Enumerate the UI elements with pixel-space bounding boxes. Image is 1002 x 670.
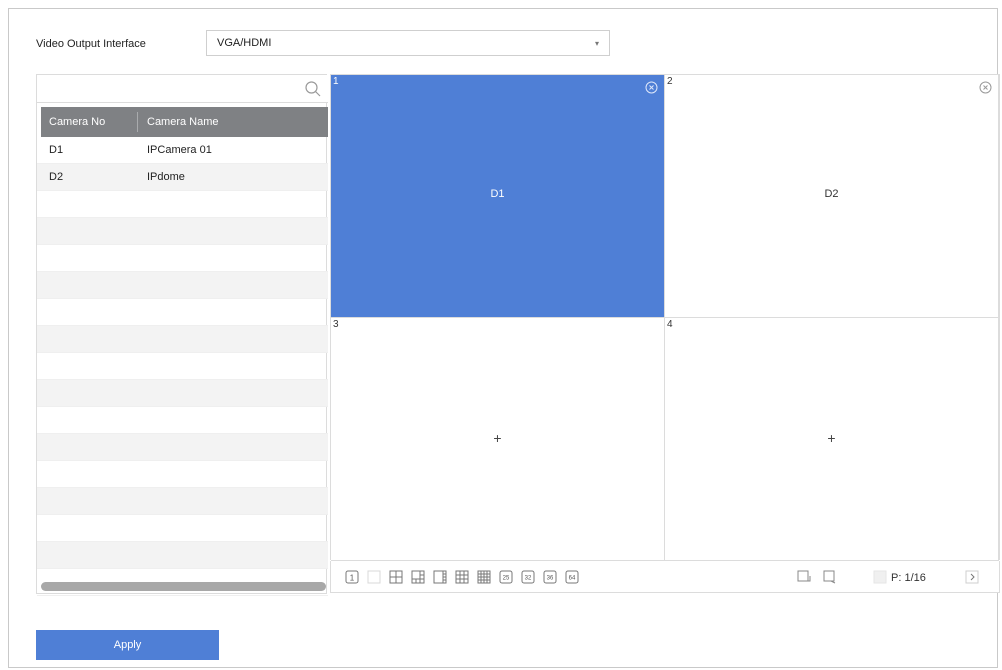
table-row[interactable]: D1 IPCamera 01 [37,137,328,164]
layout-8-icon[interactable] [433,570,447,584]
layout-9-icon[interactable] [455,570,469,584]
column-divider [137,112,138,132]
table-row[interactable] [37,245,328,272]
search-icon[interactable] [304,80,322,98]
table-row[interactable] [37,407,328,434]
layout-6-icon[interactable] [411,570,425,584]
video-output-value: VGA/HDMI [217,37,272,49]
apply-button[interactable]: Apply [36,630,219,660]
camera-no-cell: D1 [49,144,64,156]
close-icon[interactable] [979,81,992,94]
layout-4-icon[interactable] [389,570,403,584]
table-row[interactable] [37,191,328,218]
horizontal-scrollbar[interactable] [41,582,326,591]
next-group-icon[interactable] [823,570,837,584]
tile-number: 1 [333,76,339,87]
tile-number: 2 [667,76,673,87]
table-row[interactable] [37,380,328,407]
svg-text:64: 64 [569,576,576,582]
view-tile-2[interactable]: 2 D2 [665,75,999,318]
table-row[interactable] [37,353,328,380]
layout-64-icon[interactable]: 64 [565,570,579,584]
page-indicator: P: 1/16 [891,572,926,584]
table-row[interactable] [37,488,328,515]
tile-camera-label: D1 [490,188,505,200]
table-row[interactable] [37,461,328,488]
layout-25-icon[interactable]: 25 [499,570,513,584]
layout-32-icon[interactable]: 32 [521,570,535,584]
table-row[interactable] [37,218,328,245]
camera-table-body: D1 IPCamera 01 D2 IPdome [37,137,328,596]
table-row[interactable] [37,434,328,461]
column-header-camera-name[interactable]: Camera Name [147,116,219,128]
camera-name-cell: IPCamera 01 [147,144,212,156]
table-row[interactable] [37,272,328,299]
close-icon[interactable] [645,81,658,94]
camera-list-panel: Camera No Camera Name D1 IPCamera 01 D2 IPd… [36,74,328,596]
table-row[interactable] [37,515,328,542]
table-row[interactable] [37,326,328,353]
page-prev-icon[interactable] [873,570,887,584]
camera-no-cell: D2 [49,171,64,183]
layout-blank-icon[interactable] [367,570,381,584]
tile-camera-label: D2 [824,188,839,200]
video-output-select[interactable]: VGA/HDMI ▾ [206,30,610,56]
tile-number: 3 [333,319,339,330]
view-tile-1[interactable]: 1 D1 [331,75,665,318]
camera-name-cell: IPdome [147,171,185,183]
table-row[interactable]: D2 IPdome [37,164,328,191]
layout-16-icon[interactable] [477,570,491,584]
table-row[interactable] [37,542,328,569]
previous-group-icon[interactable] [797,570,811,584]
svg-text:1: 1 [350,574,355,583]
svg-text:36: 36 [547,576,554,582]
table-header: Camera No Camera Name [41,107,328,137]
add-camera-icon[interactable]: + [665,430,998,446]
svg-text:32: 32 [525,576,532,582]
layout-1-icon[interactable]: 1 [345,570,359,584]
search-input[interactable] [37,75,328,103]
video-output-label: Video Output Interface [36,38,146,50]
layout-36-icon[interactable]: 36 [543,570,557,584]
tile-number: 4 [667,319,673,330]
svg-text:25: 25 [503,576,510,582]
chevron-down-icon: ▾ [594,39,599,48]
table-row[interactable] [37,299,328,326]
view-tile-3[interactable]: 3 + [331,318,665,561]
page-next-icon[interactable] [965,570,979,584]
add-camera-icon[interactable]: + [331,430,664,446]
layout-toolbar: 1 25 32 36 64 P: 1/16 [330,561,1000,593]
column-header-camera-no[interactable]: Camera No [49,116,105,128]
view-grid: 1 D1 2 D2 3 +4 + [330,74,1000,561]
view-tile-4[interactable]: 4 + [665,318,999,561]
